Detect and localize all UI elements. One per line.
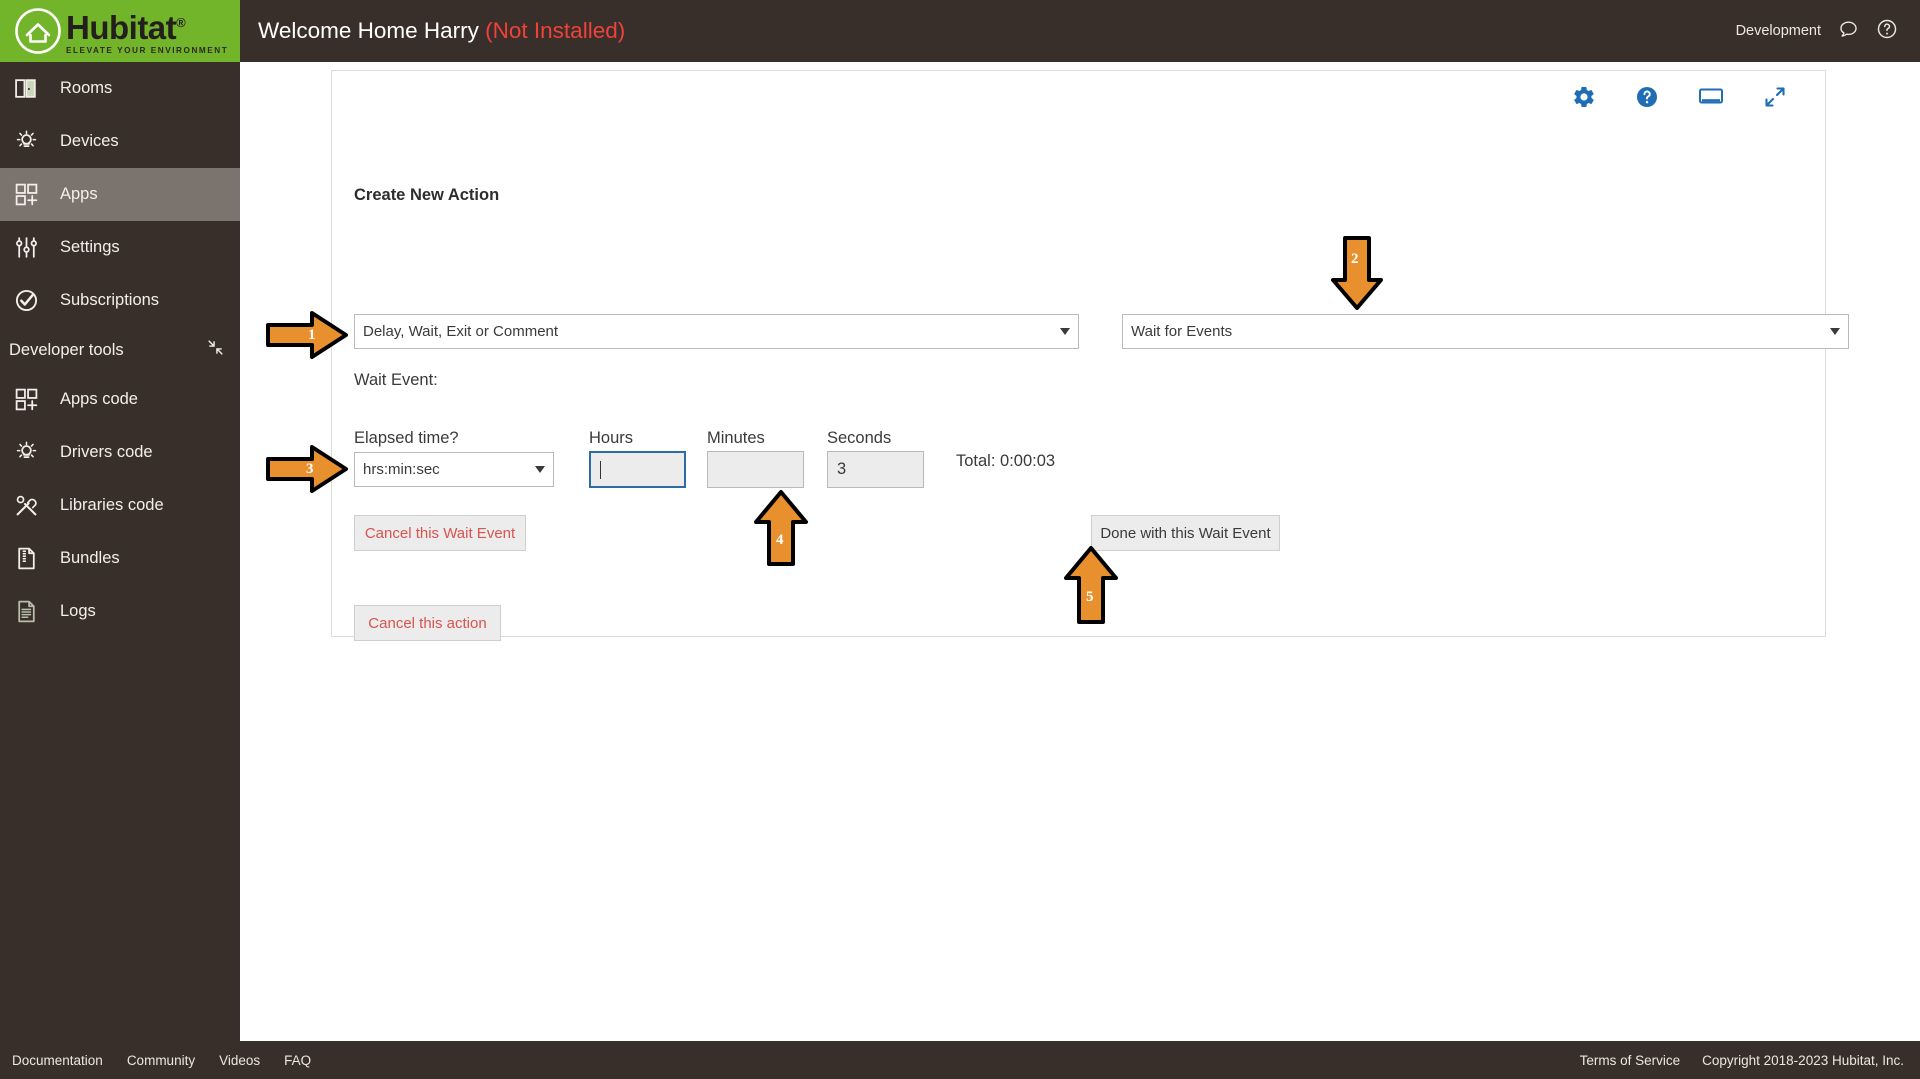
hubitat-app-window: Hubitat® ELEVATE YOUR ENVIRONMENT Rooms <box>0 0 1920 1079</box>
brand-tagline: ELEVATE YOUR ENVIRONMENT <box>66 45 229 55</box>
chevron-down-icon <box>1060 328 1070 335</box>
wait-event-label: Wait Event: <box>354 371 438 389</box>
text-cursor <box>600 460 601 479</box>
footer-link-faq[interactable]: FAQ <box>284 1053 311 1068</box>
environment-label: Development <box>1735 23 1821 39</box>
sidebar-item-subscriptions[interactable]: Subscriptions <box>0 274 240 327</box>
sidebar-item-label: Devices <box>60 132 119 150</box>
sidebar-item-label: Logs <box>60 602 96 620</box>
elapsed-time-label: Elapsed time? <box>354 429 459 447</box>
apps-code-icon <box>14 387 48 413</box>
sidebar-section-label: Developer tools <box>9 340 124 359</box>
total-duration-text: Total: 0:00:03 <box>956 452 1056 470</box>
footer-copyright: Copyright 2018-2023 Hubitat, Inc. <box>1702 1052 1904 1068</box>
chevron-down-icon <box>1830 328 1840 335</box>
elapsed-time-value: hrs:min:sec <box>363 461 440 478</box>
devices-icon <box>14 129 48 155</box>
chevron-down-icon <box>535 466 545 473</box>
footer-link-community[interactable]: Community <box>127 1053 195 1068</box>
footer-link-videos[interactable]: Videos <box>219 1053 260 1068</box>
hubitat-house-logo-icon <box>15 8 61 54</box>
sidebar-item-label: Libraries code <box>60 496 164 514</box>
action-subtype-value: Wait for Events <box>1131 323 1233 340</box>
minutes-input[interactable] <box>707 451 804 488</box>
top-bar: Welcome Home Harry (Not Installed) Devel… <box>240 0 1920 62</box>
minutes-label: Minutes <box>707 429 765 447</box>
brand-logo[interactable]: Hubitat® ELEVATE YOUR ENVIRONMENT <box>0 0 240 62</box>
hours-label: Hours <box>589 429 634 447</box>
footer-links: Documentation Community Videos FAQ <box>12 1053 311 1068</box>
annotation-number: 3 <box>306 461 314 477</box>
section-title: Create New Action <box>354 186 500 204</box>
sidebar-item-logs[interactable]: Logs <box>0 585 240 638</box>
annotation-arrow-4: 4 <box>752 488 810 568</box>
sidebar-item-label: Subscriptions <box>60 291 160 309</box>
brand-name: Hubitat <box>66 8 177 46</box>
footer: Documentation Community Videos FAQ Terms… <box>0 1041 1920 1079</box>
libraries-code-icon <box>14 493 48 519</box>
chat-icon[interactable] <box>1838 19 1859 44</box>
bundles-icon <box>14 546 48 572</box>
sidebar-item-apps[interactable]: Apps <box>0 168 240 221</box>
sidebar-item-devices[interactable]: Devices <box>0 115 240 168</box>
sidebar-item-bundles[interactable]: Bundles <box>0 532 240 585</box>
sidebar-item-label: Settings <box>60 238 120 256</box>
elapsed-time-select[interactable]: hrs:min:sec <box>354 452 554 487</box>
action-type-value: Delay, Wait, Exit or Comment <box>363 323 559 340</box>
sidebar-item-settings[interactable]: Settings <box>0 221 240 274</box>
sidebar-item-label: Apps code <box>60 390 138 408</box>
subscriptions-icon <box>14 288 48 314</box>
main-content: Create New Action Delay, Wait, Exit or C… <box>240 62 1920 1041</box>
display-icon[interactable] <box>1698 86 1724 108</box>
sidebar-item-label: Drivers code <box>60 443 153 461</box>
sidebar-item-libraries-code[interactable]: Libraries code <box>0 479 240 532</box>
annotation-number: 2 <box>1351 251 1359 267</box>
sidebar-item-label: Bundles <box>60 549 120 567</box>
annotation-number: 5 <box>1086 589 1094 605</box>
footer-right: Terms of Service Copyright 2018-2023 Hub… <box>1580 1053 1904 1068</box>
collapse-icon[interactable] <box>207 339 224 361</box>
seconds-input[interactable]: 3 <box>827 451 924 488</box>
expand-icon[interactable] <box>1763 85 1787 109</box>
annotation-arrow-3: 3 <box>264 442 350 496</box>
brand-registered-mark: ® <box>176 14 186 30</box>
top-bar-right: Development <box>1736 18 1898 44</box>
sidebar-item-label: Rooms <box>60 79 113 97</box>
card-toolbar <box>1572 85 1787 109</box>
annotation-arrow-5: 5 <box>1062 544 1120 626</box>
annotation-arrow-2: 2 <box>1329 234 1385 312</box>
seconds-value: 3 <box>837 460 847 478</box>
status-badge: (Not Installed) <box>485 18 626 43</box>
drivers-code-icon <box>14 440 48 466</box>
gear-icon[interactable] <box>1572 85 1596 109</box>
help-circle-icon[interactable] <box>1876 18 1898 44</box>
cancel-action-button[interactable]: Cancel this action <box>354 605 501 641</box>
sidebar-item-rooms[interactable]: Rooms <box>0 62 240 115</box>
footer-link-terms-of-service[interactable]: Terms of Service <box>1580 1053 1681 1068</box>
page-title: Welcome Home Harry (Not Installed) <box>258 18 625 44</box>
logs-icon <box>14 599 48 625</box>
annotation-number: 1 <box>308 327 316 343</box>
annotation-number: 4 <box>776 532 784 548</box>
hours-input[interactable] <box>589 451 686 488</box>
cancel-wait-event-button[interactable]: Cancel this Wait Event <box>354 515 526 551</box>
sidebar-item-drivers-code[interactable]: Drivers code <box>0 426 240 479</box>
annotation-arrow-1: 1 <box>264 308 350 362</box>
sidebar-item-label: Apps <box>60 185 98 203</box>
sidebar-item-apps-code[interactable]: Apps code <box>0 373 240 426</box>
sidebar-section-developer-tools[interactable]: Developer tools <box>0 327 240 373</box>
sidebar: Hubitat® ELEVATE YOUR ENVIRONMENT Rooms <box>0 0 240 1079</box>
seconds-label: Seconds <box>827 429 892 447</box>
footer-link-documentation[interactable]: Documentation <box>12 1053 103 1068</box>
help-circle-icon[interactable] <box>1635 85 1659 109</box>
action-subtype-select[interactable]: Wait for Events <box>1122 314 1849 349</box>
rooms-icon <box>14 76 48 102</box>
page-title-text: Welcome Home Harry <box>258 18 479 43</box>
settings-icon <box>14 235 48 261</box>
action-type-select[interactable]: Delay, Wait, Exit or Comment <box>354 314 1079 349</box>
apps-icon <box>14 182 48 208</box>
brand-wordmark: Hubitat® ELEVATE YOUR ENVIRONMENT <box>66 7 228 56</box>
